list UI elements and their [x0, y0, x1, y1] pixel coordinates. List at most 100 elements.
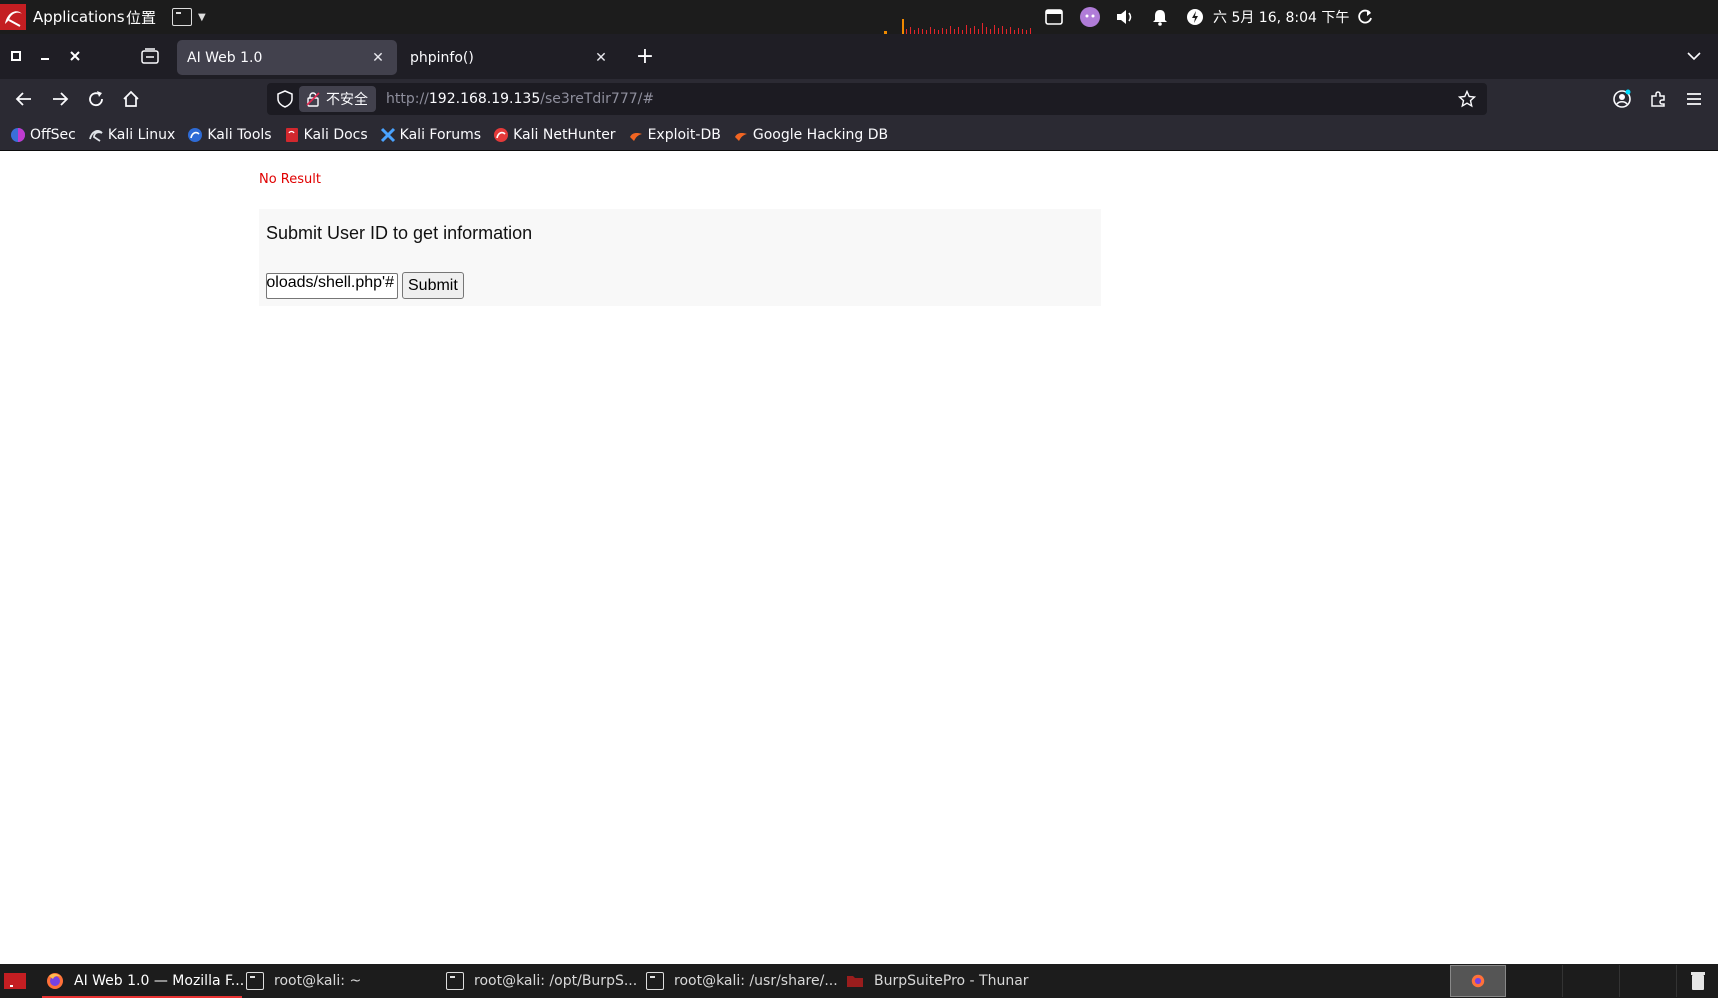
kali-docs-icon [285, 127, 298, 142]
terminal-launcher[interactable]: ▼ [172, 0, 206, 34]
bookmark-label: Google Hacking DB [752, 126, 889, 143]
extensions-icon[interactable] [1642, 83, 1674, 115]
list-all-tabs-icon[interactable] [1680, 42, 1708, 70]
cpu-load-graph [884, 19, 1031, 34]
bookmark-kali-tools[interactable]: Kali Tools [187, 126, 272, 143]
folder-icon [847, 976, 863, 987]
ghdb-icon [734, 132, 747, 141]
bookmark-google-hacking-db[interactable]: Google Hacking DB [733, 127, 888, 143]
firefox-icon [47, 973, 63, 989]
task-thunar[interactable]: BurpSuitePro - Thunar [846, 964, 1046, 998]
workspace-2[interactable] [1507, 965, 1563, 997]
site-security-indicator[interactable]: 不安全 [299, 86, 376, 112]
close-window-icon[interactable] [61, 42, 89, 70]
places-menu[interactable]: 位置 [126, 0, 156, 34]
url-scheme: http:// [386, 91, 429, 107]
task-terminal-burp[interactable]: root@kali: /opt/BurpS... [446, 964, 638, 998]
kali-tools-icon [188, 127, 203, 142]
firefox-icon [1471, 974, 1485, 988]
task-terminal-usr-share[interactable]: root@kali: /usr/share/... [646, 964, 838, 998]
submit-button[interactable]: Submit [402, 272, 464, 299]
task-label: AI Web 1.0 — Mozilla F... [74, 973, 245, 989]
refresh-icon[interactable] [1352, 0, 1378, 34]
kali-menu-icon[interactable] [0, 0, 26, 34]
task-label: BurpSuitePro - Thunar [874, 973, 1029, 989]
tab-title: AI Web 1.0 [187, 49, 263, 66]
close-tab-icon[interactable]: ✕ [592, 50, 610, 66]
new-tab-icon[interactable]: + [631, 42, 659, 70]
account-icon[interactable] [1606, 83, 1638, 115]
bookmark-label: Kali NetHunter [513, 126, 616, 143]
task-firefox[interactable]: AI Web 1.0 — Mozilla F... [42, 964, 245, 998]
task-label: root@kali: /opt/BurpS... [474, 973, 638, 989]
window-menu-icon[interactable] [2, 42, 30, 70]
chevron-down-icon: ▼ [198, 11, 206, 23]
back-icon[interactable] [8, 83, 40, 115]
bookmark-label: Kali Tools [207, 126, 272, 143]
task-label: root@kali: /usr/share/... [674, 973, 838, 989]
screenshot-icon[interactable] [1041, 0, 1067, 34]
power-status-icon[interactable] [1182, 0, 1208, 34]
insecure-lock-icon [306, 92, 320, 107]
task-terminal-home[interactable]: root@kali: ~ [246, 964, 436, 998]
offsec-icon [11, 127, 25, 142]
bookmark-star-icon[interactable] [1455, 87, 1479, 111]
bookmark-label: Kali Docs [303, 126, 368, 143]
workspace-1[interactable] [1450, 965, 1506, 997]
kali-forums-icon [380, 127, 395, 142]
user-id-input-value: oloads/shell.php'# [266, 274, 394, 291]
url-text[interactable]: http://192.168.19.135/se3reTdir777/# [386, 83, 654, 115]
firefox-view-icon[interactable] [136, 42, 164, 70]
tab-bar: AI Web 1.0 ✕ phpinfo() ✕ + [0, 34, 1718, 79]
top-panel: Applications 位置 ▼ 六 5月 16, 8:04 下午 [0, 0, 1718, 34]
form-heading: Submit User ID to get information [266, 223, 533, 243]
bookmark-label: Kali Forums [399, 126, 482, 143]
bookmark-kali-nethunter[interactable]: Kali NetHunter [493, 126, 616, 143]
close-tab-icon[interactable]: ✕ [369, 50, 387, 66]
notification-bell-icon[interactable] [1147, 0, 1173, 34]
workspace-3[interactable] [1564, 965, 1620, 997]
bookmark-kali-docs[interactable]: Kali Docs [284, 127, 368, 143]
forward-icon[interactable] [44, 83, 76, 115]
terminal-icon [446, 972, 464, 990]
volume-icon[interactable] [1112, 0, 1138, 34]
user-id-form: Submit User ID to get information oloads… [259, 209, 1101, 306]
tracking-protection-shield-icon[interactable] [273, 87, 297, 111]
trash-icon [1691, 972, 1705, 990]
navigation-toolbar: 不安全 http://192.168.19.135/se3reTdir777/# [0, 79, 1718, 119]
page-content: No Result Submit User ID to get informat… [0, 152, 1718, 964]
reload-icon[interactable] [80, 83, 112, 115]
tab-phpinfo[interactable]: phpinfo() ✕ [400, 40, 620, 75]
kali-nethunter-icon [494, 127, 509, 142]
bookmark-label: Exploit-DB [647, 126, 721, 143]
applications-menu[interactable]: Applications [33, 0, 125, 34]
minimize-icon[interactable] [31, 42, 59, 70]
terminal-icon [646, 972, 664, 990]
insecure-label: 不安全 [326, 92, 368, 108]
user-id-input[interactable]: oloads/shell.php'# [266, 273, 398, 299]
show-desktop-button[interactable] [4, 964, 26, 998]
bookmarks-toolbar: OffSec Kali Linux Kali Tools Kali Docs K… [0, 119, 1718, 151]
bookmark-offsec[interactable]: OffSec [10, 127, 76, 143]
exploit-db-icon [629, 132, 642, 141]
workspace-4[interactable] [1621, 965, 1677, 997]
home-icon[interactable] [115, 83, 147, 115]
bookmark-exploit-db[interactable]: Exploit-DB [628, 127, 721, 143]
tab-ai-web[interactable]: AI Web 1.0 ✕ [177, 40, 397, 75]
taskbar: AI Web 1.0 — Mozilla F... root@kali: ~ r… [0, 964, 1718, 998]
user-avatar-icon[interactable] [1077, 0, 1103, 34]
terminal-icon [172, 8, 192, 26]
url-host: 192.168.19.135 [428, 91, 541, 107]
trash-button[interactable] [1690, 964, 1706, 998]
terminal-icon [246, 972, 264, 990]
result-status: No Result [259, 172, 321, 187]
tab-title: phpinfo() [410, 49, 474, 66]
bookmark-kali-forums[interactable]: Kali Forums [380, 127, 481, 143]
clock[interactable]: 六 5月 16, 8:04 下午 [1213, 0, 1349, 34]
app-menu-icon[interactable] [1678, 83, 1710, 115]
address-bar[interactable]: 不安全 http://192.168.19.135/se3reTdir777/# [267, 83, 1487, 115]
desktop-icon [4, 973, 26, 989]
kali-linux-icon [89, 129, 103, 142]
bookmark-kali-linux[interactable]: Kali Linux [88, 127, 175, 143]
task-label: root@kali: ~ [274, 973, 362, 989]
